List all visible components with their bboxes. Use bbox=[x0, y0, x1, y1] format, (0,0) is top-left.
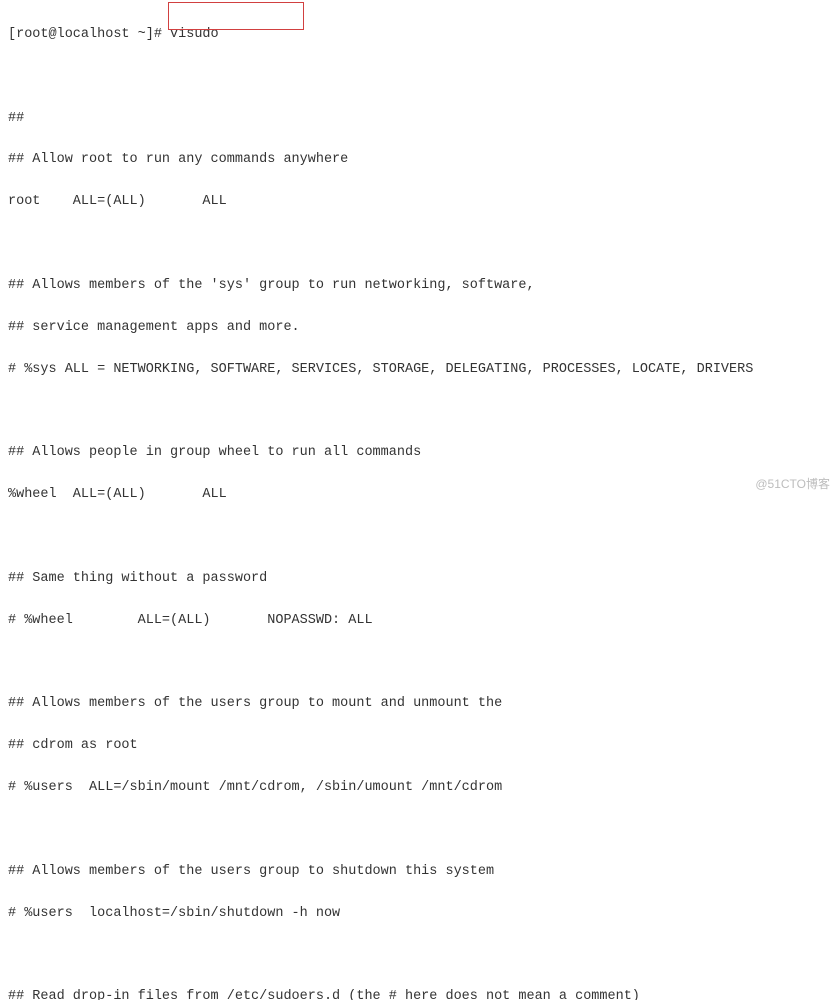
file-line bbox=[8, 653, 828, 674]
file-line bbox=[8, 527, 828, 548]
terminal-output: [root@localhost ~]# visudo ## ## Allow r… bbox=[0, 0, 836, 1000]
file-line: %wheel ALL=(ALL) ALL bbox=[8, 485, 828, 506]
file-line: root ALL=(ALL) ALL bbox=[8, 192, 828, 213]
file-line bbox=[8, 402, 828, 423]
file-line: ## service management apps and more. bbox=[8, 318, 828, 339]
file-line: ## Allows members of the 'sys' group to … bbox=[8, 276, 828, 297]
prompt-line[interactable]: [root@localhost ~]# visudo bbox=[8, 25, 828, 46]
file-line: ## Allows members of the users group to … bbox=[8, 862, 828, 883]
file-line: # %wheel ALL=(ALL) NOPASSWD: ALL bbox=[8, 611, 828, 632]
watermark: @51CTO博客 bbox=[755, 475, 830, 494]
file-line bbox=[8, 820, 828, 841]
file-line: ## Allows people in group wheel to run a… bbox=[8, 443, 828, 464]
file-line: ## Allow root to run any commands anywhe… bbox=[8, 150, 828, 171]
file-line: ## bbox=[8, 109, 828, 130]
file-line: # %sys ALL = NETWORKING, SOFTWARE, SERVI… bbox=[8, 360, 828, 381]
file-line: ## Same thing without a password bbox=[8, 569, 828, 590]
file-line: # %users ALL=/sbin/mount /mnt/cdrom, /sb… bbox=[8, 778, 828, 799]
file-line: ## Allows members of the users group to … bbox=[8, 694, 828, 715]
file-line: ## Read drop-in files from /etc/sudoers.… bbox=[8, 987, 828, 1000]
file-line bbox=[8, 234, 828, 255]
file-line bbox=[8, 945, 828, 966]
file-line: ## cdrom as root bbox=[8, 736, 828, 757]
file-line: # %users localhost=/sbin/shutdown -h now bbox=[8, 904, 828, 925]
file-line bbox=[8, 67, 828, 88]
